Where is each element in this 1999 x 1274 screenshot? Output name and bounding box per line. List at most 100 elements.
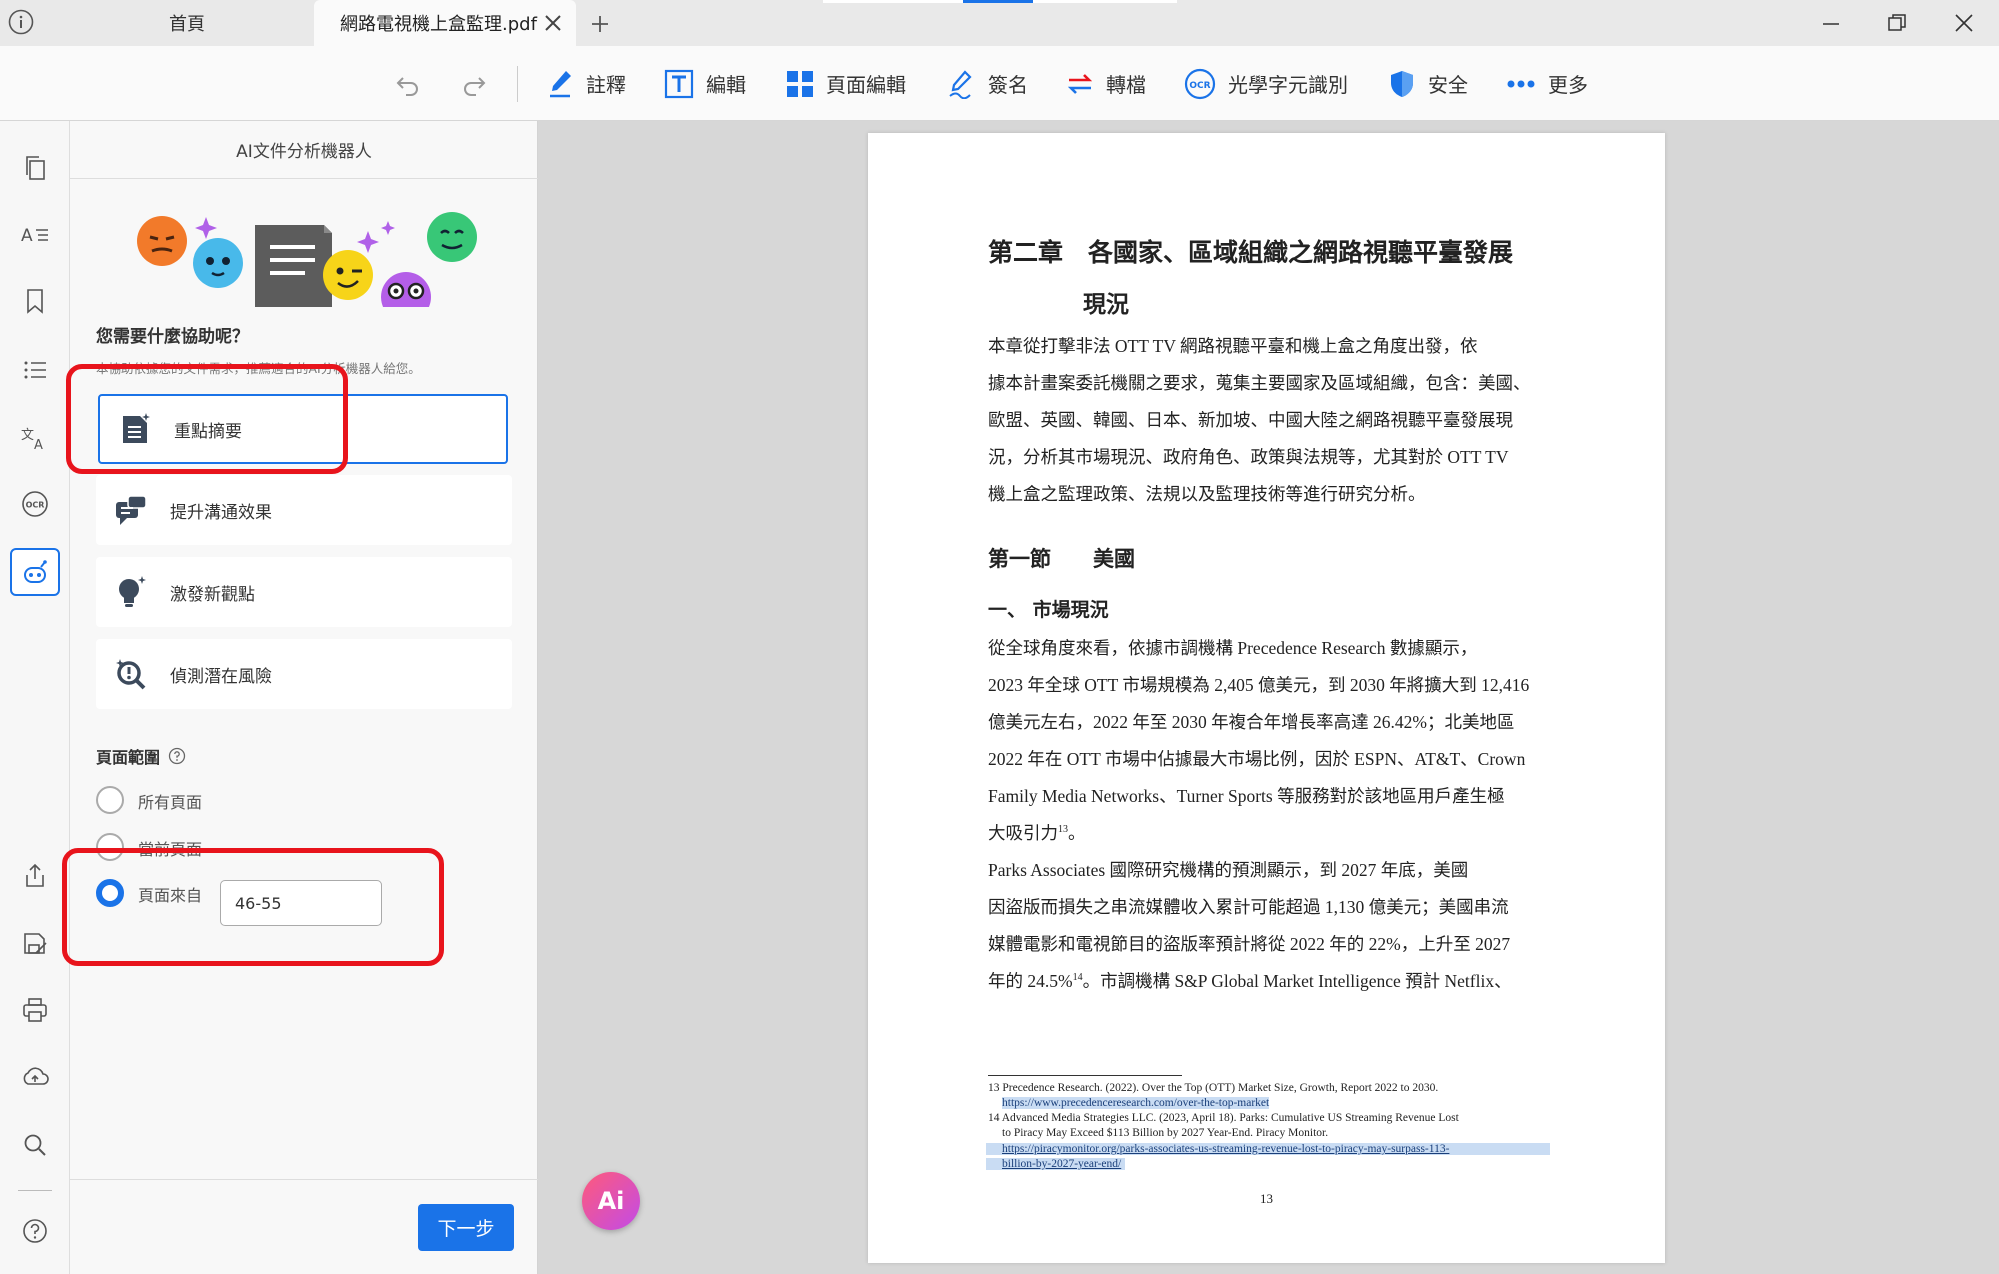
intro-line-2: 據本計畫案委託機關之要求，蒐集主要國家及區域組織，包含：美國、 bbox=[988, 373, 1531, 393]
intro-line-4: 況，分析其市場現況、政府角色、政策與法規等，尤其對於 OTT TV bbox=[988, 447, 1509, 467]
bookmark-icon[interactable] bbox=[20, 286, 50, 316]
document-viewer[interactable]: 第二章 各國家、區域組織之網路視聽平臺發展 現況 本章從打擊非法 OTT TV … bbox=[538, 121, 1999, 1274]
highlight-box-page-range bbox=[62, 848, 444, 966]
rail-divider bbox=[18, 1190, 52, 1191]
intro-line-5: 機上盒之監理政策、法規以及監理技術等進行研究分析。 bbox=[988, 484, 1426, 504]
restore-icon[interactable] bbox=[1886, 12, 1908, 34]
more-button[interactable]: 更多 bbox=[1506, 46, 1588, 121]
help-question: 您需要什麼協助呢？ bbox=[96, 327, 249, 347]
ocr-button[interactable]: OCR 光學字元識別 bbox=[1184, 46, 1348, 121]
card-communication[interactable]: 提升溝通效果 bbox=[96, 475, 512, 545]
search-icon[interactable] bbox=[20, 1130, 50, 1160]
minimize-icon[interactable] bbox=[1820, 14, 1842, 34]
panel-title: AI文件分析機器人 bbox=[236, 142, 372, 162]
intro-line-3: 歐盟、英國、韓國、日本、新加坡、中國大陸之網路視聽平臺發展現 bbox=[988, 410, 1513, 430]
card-new-ideas[interactable]: 激發新觀點 bbox=[96, 557, 512, 627]
ai-analysis-panel: AI文件分析機器人 您需要什麼協助呢？ 本協助依據您的文件需求，推薦適合的AI分… bbox=[70, 121, 538, 1274]
translate-icon[interactable]: 文A bbox=[20, 423, 50, 453]
para1-line-2: 2023 年全球 OTT 市場規模為 2,405 億美元，到 2030 年將擴大… bbox=[988, 675, 1530, 695]
print-icon[interactable] bbox=[20, 995, 50, 1025]
chat-bubbles-icon bbox=[114, 493, 148, 527]
para2-line-4-end: 。市調機構 S&P Global Market Intelligence 預計 … bbox=[1082, 971, 1512, 991]
outline-list-icon[interactable] bbox=[20, 355, 50, 385]
convert-button[interactable]: 轉檔 bbox=[1066, 46, 1146, 121]
pen-icon bbox=[550, 70, 571, 97]
annotate-button[interactable]: 註釋 bbox=[548, 46, 626, 121]
radio-all-pages-label: 所有頁面 bbox=[138, 793, 203, 812]
para2-line-2: 因盜版而損失之串流媒體收入累計可能超過 1,130 億美元；美國串流 bbox=[988, 897, 1509, 917]
tab-document-label: 網路電視機上盒監理.pdf bbox=[340, 14, 537, 35]
lightbulb-icon bbox=[114, 575, 148, 609]
cloud-upload-icon[interactable] bbox=[20, 1062, 50, 1092]
info-icon[interactable] bbox=[8, 9, 34, 35]
panel-footer-divider bbox=[70, 1179, 538, 1180]
card-communication-label: 提升溝通效果 bbox=[170, 502, 272, 523]
tab-home-label: 首頁 bbox=[169, 14, 205, 35]
share-icon[interactable] bbox=[20, 861, 50, 891]
robot-icon bbox=[24, 560, 47, 583]
card-new-ideas-label: 激發新觀點 bbox=[170, 584, 255, 605]
sign-button[interactable]: 簽名 bbox=[948, 46, 1028, 121]
intro-line-1: 本章從打擊非法 OTT TV 網路視聽平臺和機上盒之角度出發，依 bbox=[988, 336, 1478, 356]
title-bar: 首頁 網路電視機上盒監理.pdf bbox=[0, 0, 1999, 46]
ocr-label: 光學字元識別 bbox=[1228, 73, 1348, 97]
para1-line-6: 大吸引力13。 bbox=[988, 820, 1785, 845]
redo-icon[interactable] bbox=[460, 70, 488, 98]
ocr-rail-icon[interactable]: OCR bbox=[20, 489, 50, 519]
footnote-ref-14[interactable]: 14 bbox=[1073, 972, 1083, 983]
ai-robot-rail-button[interactable] bbox=[10, 548, 60, 596]
radio-all-pages[interactable] bbox=[96, 786, 124, 814]
page-number: 13 bbox=[1260, 1191, 1273, 1206]
para1-line-4: 2022 年在 OTT 市場中佔據最大市場比例，因於 ESPN、AT&T、Cro… bbox=[988, 749, 1526, 769]
edit-button[interactable]: 編輯 bbox=[664, 46, 746, 121]
next-button[interactable]: 下一步 bbox=[418, 1204, 514, 1251]
svg-text:文: 文 bbox=[21, 428, 34, 443]
card-risk-detection-label: 偵測潛在風險 bbox=[170, 666, 272, 687]
main-toolbar: 註釋 編輯 頁面編輯 簽名 轉檔 OCR 光學字元識別 安全 更多 bbox=[0, 46, 1999, 121]
subsection-title: 一、 市場現況 bbox=[988, 599, 1109, 621]
ai-assistant-button[interactable]: Ai bbox=[582, 1172, 640, 1230]
footnote-14-link-cont[interactable]: billion-by-2027-year-end/ bbox=[986, 1158, 1126, 1170]
page-edit-button[interactable]: 頁面編輯 bbox=[786, 46, 906, 121]
svg-text:A: A bbox=[21, 226, 33, 246]
help-icon[interactable] bbox=[20, 1216, 50, 1246]
help-circle-icon[interactable] bbox=[168, 747, 186, 765]
card-risk-detection[interactable]: 偵測潛在風險 bbox=[96, 639, 512, 709]
close-window-icon[interactable] bbox=[1953, 12, 1975, 34]
para1-line-1: 從全球角度來看，依據市調機構 Precedence Research 數據顯示， bbox=[988, 638, 1478, 658]
panel-header: AI文件分析機器人 bbox=[70, 121, 538, 179]
para2-line-4-text: 年的 24.5% bbox=[988, 971, 1073, 991]
security-button[interactable]: 安全 bbox=[1388, 46, 1468, 121]
text-recognize-icon[interactable]: A bbox=[20, 220, 50, 250]
next-button-label: 下一步 bbox=[437, 1218, 495, 1240]
pages-icon[interactable] bbox=[20, 153, 50, 183]
tab-strip-accent bbox=[963, 0, 1033, 3]
footnote-13-link[interactable]: https://www.precedenceresearch.com/over-… bbox=[1002, 1097, 1270, 1109]
footnote-ref-13[interactable]: 13 bbox=[1058, 824, 1068, 835]
shield-icon bbox=[1391, 70, 1413, 97]
tab-home[interactable]: 首頁 bbox=[60, 0, 314, 46]
ai-robots-illustration bbox=[130, 207, 480, 322]
svg-text:A: A bbox=[34, 438, 43, 451]
page-range-title: 頁面範圍 bbox=[96, 748, 161, 767]
security-label: 安全 bbox=[1428, 73, 1468, 97]
para1-line-5: Family Media Networks、Turner Sports 等服務對… bbox=[988, 786, 1505, 806]
annotate-label: 註釋 bbox=[586, 73, 626, 97]
edit-label: 編輯 bbox=[706, 73, 746, 97]
more-label: 更多 bbox=[1548, 73, 1588, 97]
more-icon bbox=[1507, 80, 1535, 87]
footnote-14-cont: to Piracy May Exceed $113 Billion by 202… bbox=[1002, 1127, 1329, 1139]
footnote-13: 13 Precedence Research. (2022). Over the… bbox=[988, 1082, 1439, 1094]
save-as-icon[interactable] bbox=[20, 929, 50, 959]
chapter-title: 第二章 各國家、區域組織之網路視聽平臺發展 bbox=[988, 238, 1514, 267]
footnote-14-link[interactable]: https://piracymonitor.org/parks-associat… bbox=[986, 1143, 1550, 1155]
risk-search-icon bbox=[114, 657, 148, 691]
tab-document[interactable]: 網路電視機上盒監理.pdf bbox=[314, 0, 576, 46]
convert-label: 轉檔 bbox=[1106, 73, 1146, 97]
new-tab-icon[interactable] bbox=[590, 14, 610, 34]
close-tab-icon[interactable] bbox=[544, 14, 562, 32]
text-edit-icon bbox=[664, 69, 694, 98]
undo-icon[interactable] bbox=[394, 70, 422, 98]
grid-icon bbox=[787, 70, 813, 97]
footnote-14: 14 Advanced Media Strategies LLC. (2023,… bbox=[988, 1112, 1459, 1124]
